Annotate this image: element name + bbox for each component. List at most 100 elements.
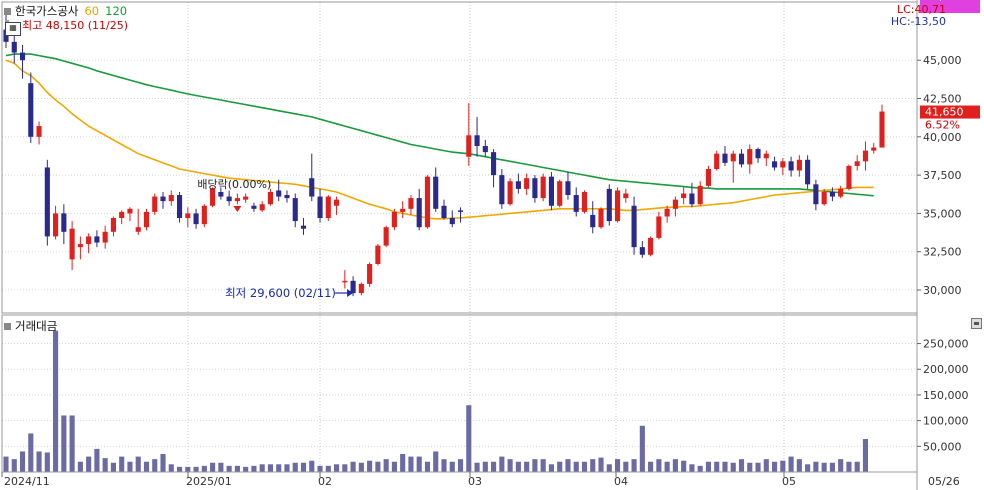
volume-bar	[730, 462, 736, 472]
candle	[127, 207, 133, 222]
candle-body	[838, 188, 844, 197]
candle	[267, 188, 274, 206]
grid-lines	[2, 2, 917, 472]
volume-bar	[714, 461, 720, 472]
candle	[292, 193, 298, 228]
candle-body	[581, 191, 588, 212]
candle	[251, 202, 257, 212]
candle	[780, 158, 786, 176]
candle-body	[466, 135, 472, 157]
high-label: 최고 48,150 (11/25)	[22, 19, 129, 32]
candle-body	[557, 181, 563, 206]
candle	[548, 172, 554, 211]
stock-name: 한국가스공사	[15, 4, 79, 18]
candle-body	[474, 135, 480, 147]
volume-bar	[193, 466, 199, 472]
candle	[623, 188, 629, 203]
volume-bar	[862, 439, 869, 472]
candle	[367, 262, 373, 287]
volume-bar	[829, 462, 835, 472]
candle	[135, 208, 141, 235]
volume-bar	[243, 466, 249, 472]
candle-body	[152, 196, 158, 212]
candle-body	[854, 161, 860, 166]
candle	[309, 153, 315, 202]
axes: 45,000 42,500 40,000 37,500 35,000 32,500 30,0…	[1, 0, 980, 490]
candle-body	[656, 216, 662, 238]
candle-body	[243, 196, 249, 200]
volume-bar	[606, 464, 612, 472]
candle	[325, 195, 331, 222]
candle-body	[846, 165, 852, 189]
volume-bar	[424, 461, 431, 472]
candle	[259, 201, 265, 212]
minimize-icon[interactable]	[971, 318, 982, 329]
volume-bar	[86, 456, 92, 472]
volume-bar	[251, 465, 257, 472]
candle-body	[565, 181, 571, 196]
candle	[77, 236, 83, 260]
candle-body	[127, 208, 133, 214]
volume-bar	[226, 465, 232, 472]
candle-body	[267, 191, 274, 205]
candle-body	[94, 236, 100, 243]
candle	[36, 121, 42, 145]
volume-bar	[433, 451, 439, 472]
volume-bar	[838, 459, 844, 472]
candle	[532, 175, 538, 203]
volume-bar	[482, 461, 488, 472]
candle-body	[796, 159, 802, 171]
candle	[730, 150, 736, 183]
price-tick-label: 42,500	[923, 93, 962, 106]
candle	[400, 201, 406, 219]
candle	[590, 201, 596, 234]
candle	[234, 193, 240, 205]
volume-tick-label: 250,000	[923, 338, 969, 351]
volume-panel-frame	[1, 314, 918, 473]
volume-bar	[28, 433, 34, 472]
calendar-icon[interactable]: ▦	[5, 22, 21, 36]
volume-bar	[664, 461, 670, 472]
volume-bar	[631, 459, 637, 472]
candle	[375, 244, 381, 266]
volume-bars	[3, 330, 869, 472]
candle	[474, 116, 480, 157]
candle	[738, 149, 745, 168]
volume-bar	[565, 459, 571, 472]
candle-body	[515, 181, 521, 189]
collapse-square-icon[interactable]	[4, 323, 11, 330]
volume-bar	[300, 462, 307, 472]
candle-body	[185, 213, 191, 219]
candle-body	[862, 150, 869, 162]
volume-bar	[672, 459, 678, 472]
volume-bar	[267, 464, 274, 472]
candle-body	[424, 176, 431, 228]
price-tick-label: 45,000	[923, 54, 962, 67]
candle-body	[193, 213, 199, 225]
candle	[705, 165, 712, 188]
candle	[507, 178, 513, 206]
candle	[581, 190, 588, 214]
volume-bar	[168, 464, 174, 472]
candle-body	[664, 208, 670, 217]
volume-bar	[590, 459, 596, 472]
candle-body	[540, 176, 546, 199]
candle	[69, 221, 75, 271]
volume-bar	[176, 466, 183, 472]
dividend-arrow-icon	[233, 206, 242, 212]
candle	[94, 230, 100, 248]
volume-bar	[457, 459, 464, 472]
candle	[598, 207, 604, 229]
low-annotation: 최저 29,600 (02/11)	[225, 286, 336, 300]
candle	[243, 193, 249, 203]
candle	[664, 205, 670, 223]
volume-bar	[540, 459, 546, 472]
price-tick-label: 40,000	[923, 131, 962, 144]
candle	[102, 225, 108, 249]
volume-bar	[210, 462, 216, 472]
candle-body	[507, 181, 513, 205]
collapse-square-icon[interactable]	[4, 8, 11, 15]
volume-bar	[796, 459, 802, 472]
candle-series	[3, 11, 885, 297]
volume-bar	[185, 466, 191, 472]
